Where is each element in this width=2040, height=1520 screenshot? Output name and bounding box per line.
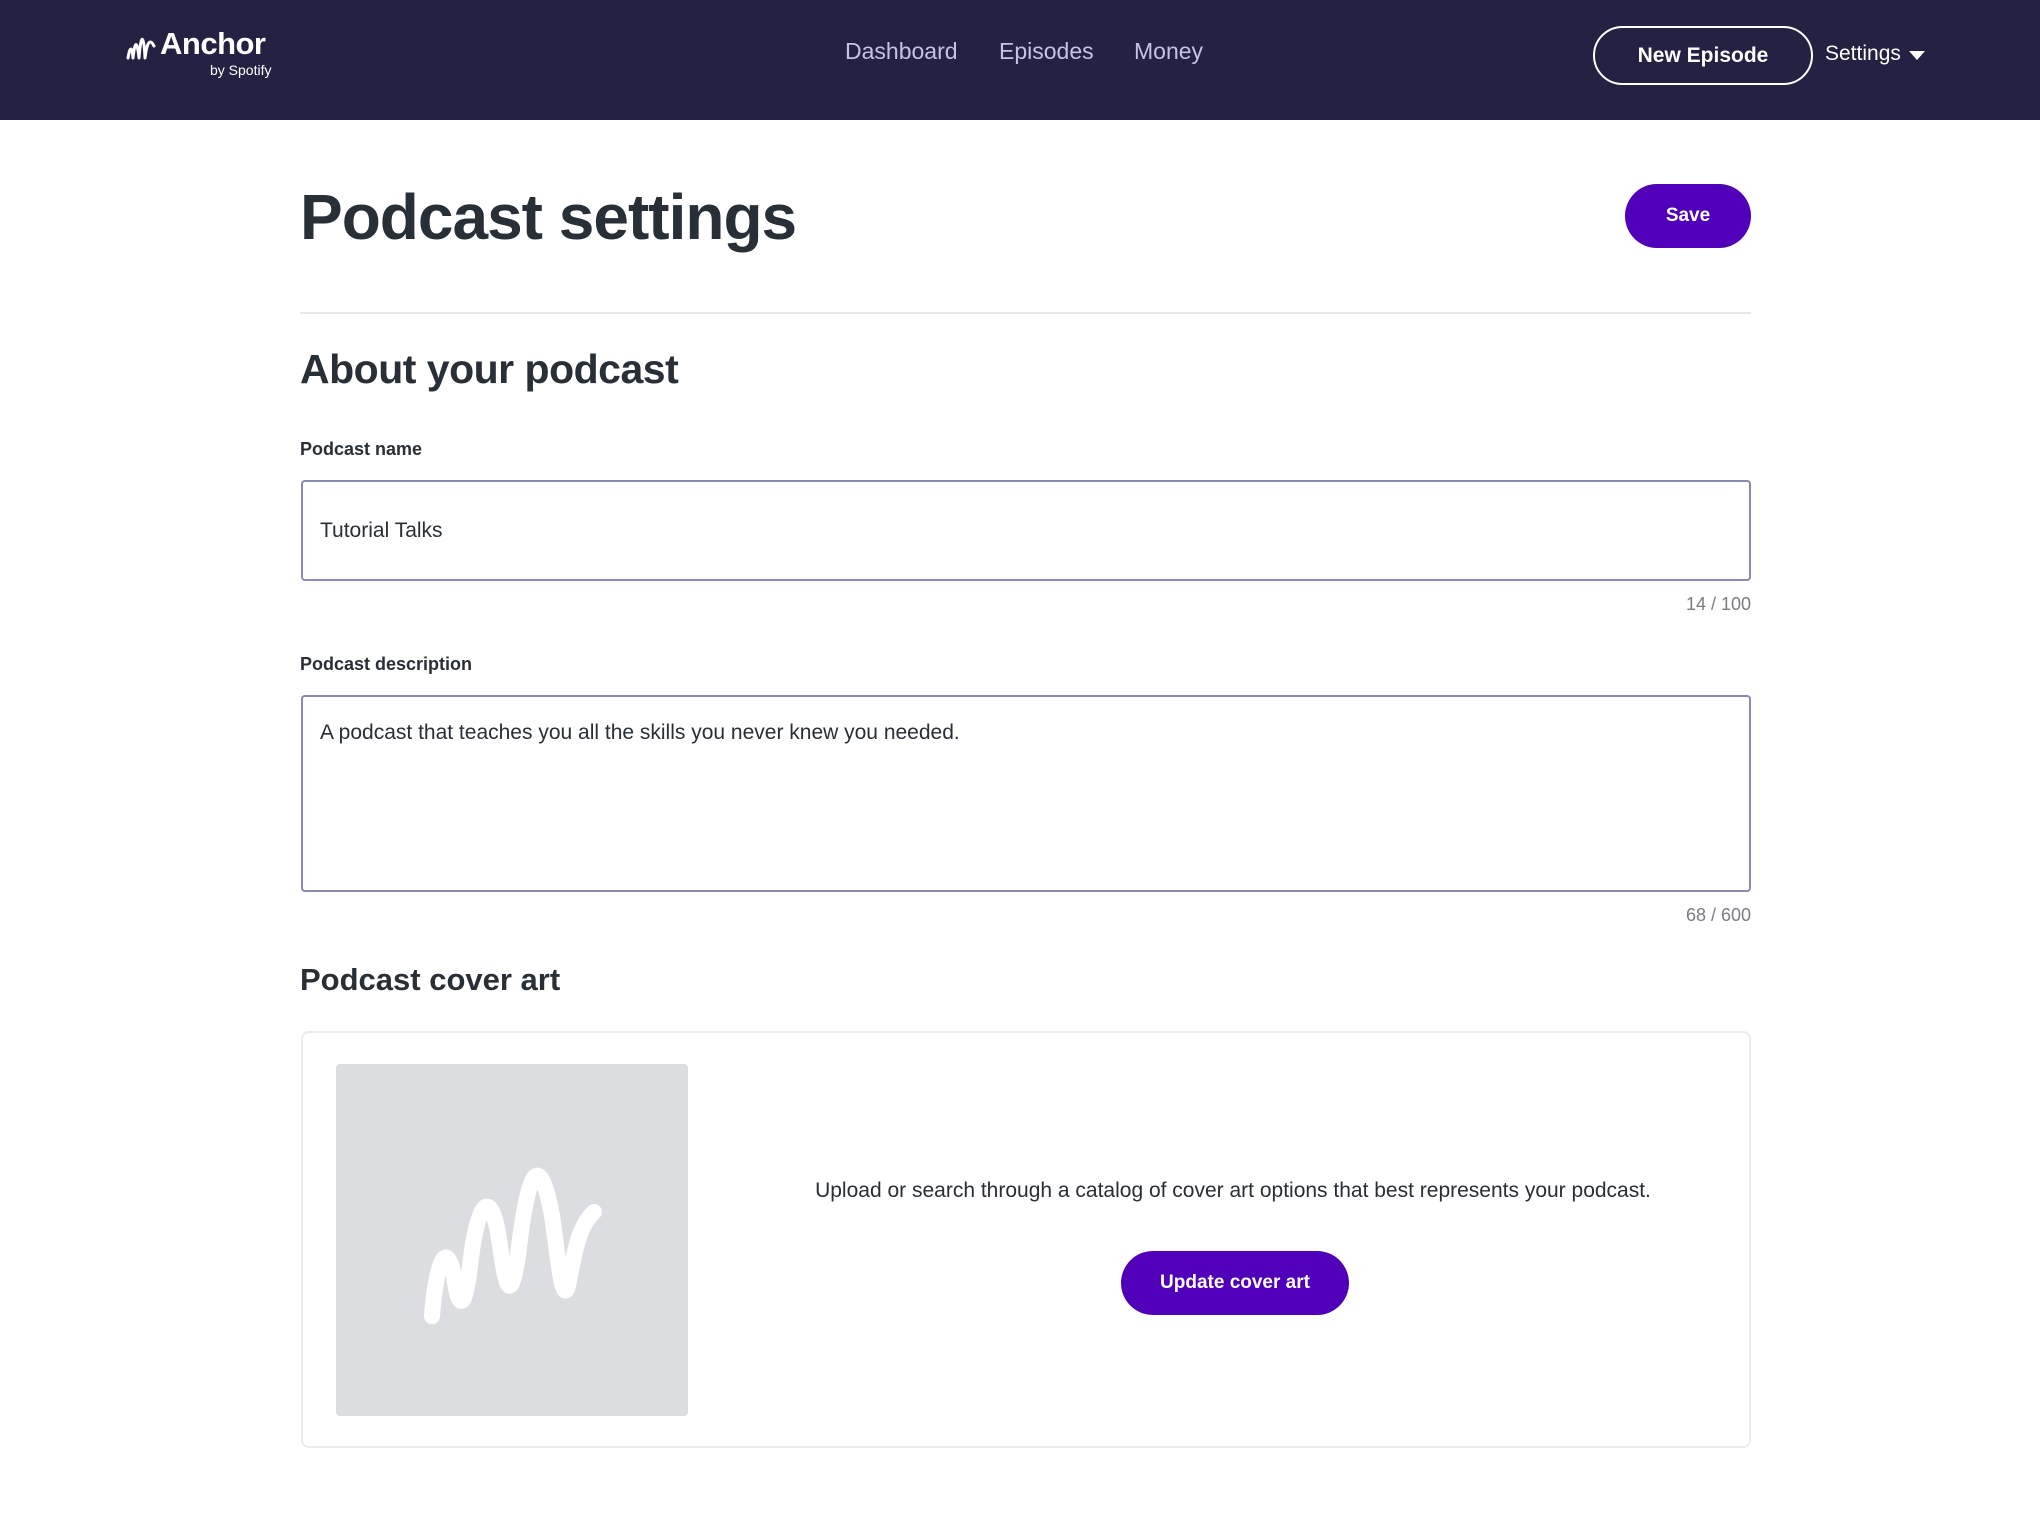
nav-money[interactable]: Money: [1134, 38, 1203, 78]
anchor-wave-icon: [126, 37, 156, 60]
nav-dashboard[interactable]: Dashboard: [845, 38, 958, 78]
podcast-description-label: Podcast description: [300, 654, 473, 674]
podcast-name-input[interactable]: [301, 480, 1751, 581]
settings-dropdown[interactable]: Settings: [1825, 42, 1925, 66]
update-cover-art-button[interactable]: Update cover art: [1121, 1251, 1349, 1315]
cover-art-section-title: Podcast cover art: [300, 962, 561, 997]
podcast-name-counter: 14 / 100: [1685, 594, 1751, 614]
cover-art-description: Upload or search through a catalog of co…: [815, 1179, 1651, 1202]
logo-wordmark: Anchor: [160, 26, 266, 61]
podcast-name-label: Podcast name: [300, 439, 423, 459]
logo-subtitle: by Spotify: [210, 62, 272, 78]
settings-dropdown-label: Settings: [1825, 42, 1901, 65]
page-title: Podcast settings: [300, 181, 797, 253]
podcast-description-counter: 68 / 600: [1685, 905, 1751, 925]
top-navigation-bar: Anchor by Spotify Dashboard Episodes Mon…: [0, 0, 2040, 120]
header-divider: [300, 312, 1751, 314]
podcast-description-input[interactable]: A podcast that teaches you all the skill…: [301, 695, 1751, 892]
cover-art-placeholder: [336, 1064, 688, 1416]
nav-episodes[interactable]: Episodes: [999, 38, 1094, 78]
about-section-title: About your podcast: [300, 346, 679, 392]
anchor-logo[interactable]: Anchor by Spotify: [126, 24, 286, 84]
caret-down-icon: [1908, 50, 1925, 60]
cover-art-card: Upload or search through a catalog of co…: [301, 1031, 1751, 1448]
anchor-wave-icon: [424, 1167, 602, 1324]
save-button[interactable]: Save: [1625, 184, 1751, 248]
new-episode-button[interactable]: New Episode: [1593, 26, 1813, 85]
